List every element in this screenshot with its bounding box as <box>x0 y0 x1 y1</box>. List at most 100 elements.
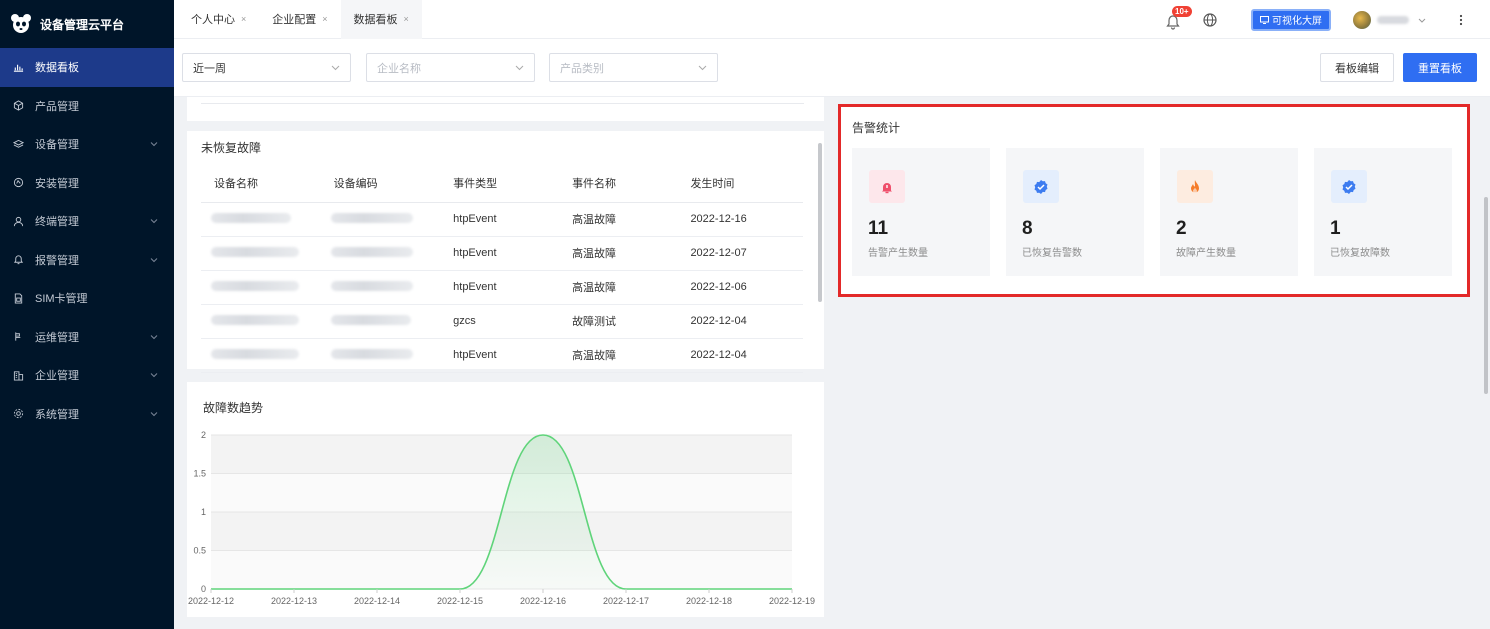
column-header[interactable]: 设备编码 <box>320 164 441 203</box>
fire-icon <box>1177 170 1213 203</box>
table-row[interactable]: htpEvent 高温故障 2022-12-06 <box>201 270 803 305</box>
chevron-down-icon <box>331 65 340 71</box>
column-header[interactable]: 设备名称 <box>201 164 321 203</box>
chevron-down-icon <box>150 334 158 339</box>
sidebar-item-label: SIM卡管理 <box>35 293 88 306</box>
stat-value: 8 <box>1022 218 1033 239</box>
chevron-down-icon <box>150 411 158 416</box>
sidebar-item-label: 产品管理 <box>35 100 79 113</box>
chevron-down-icon <box>150 257 158 262</box>
sidebar-item-label: 设备管理 <box>35 139 79 152</box>
event-time: 2022-12-07 <box>677 236 803 271</box>
sidebar-item[interactable]: 数据看板 <box>0 48 174 87</box>
username-blurred <box>1377 15 1409 24</box>
notification-button[interactable]: 10+ <box>1163 5 1192 31</box>
divider <box>201 103 804 104</box>
wrench-icon <box>12 331 24 343</box>
event-name: 高温故障 <box>559 236 678 271</box>
table-row[interactable]: htpEvent 高温故障 2022-12-07 <box>201 236 803 271</box>
sidebar-item[interactable]: 安装管理 <box>0 164 174 203</box>
table-row[interactable]: htpEvent 高温故障 2022-12-16 <box>201 202 803 237</box>
gear-icon <box>12 408 24 420</box>
grid-band <box>211 473 792 512</box>
sidebar-item-label: 运维管理 <box>35 331 79 344</box>
layers-icon <box>12 138 24 150</box>
stat-label: 告警产生数量 <box>868 248 928 259</box>
sidebar-item[interactable]: SIM卡管理 <box>0 279 174 318</box>
verified-badge-icon <box>1023 170 1059 203</box>
header-actions: 10+ 可视化大屏 <box>1163 0 1490 39</box>
event-name: 高温故障 <box>559 202 678 237</box>
chevron-down-icon <box>515 65 524 71</box>
event-type: htpEvent <box>440 236 560 271</box>
close-icon[interactable]: × <box>322 14 327 24</box>
stat-value: 1 <box>1330 218 1341 239</box>
page-scrollbar[interactable] <box>1484 197 1488 394</box>
y-tick-label: 2 <box>201 430 206 440</box>
stat-card[interactable]: 2 故障产生数量 <box>1160 148 1298 276</box>
stat-card[interactable]: 1 已恢复故障数 <box>1314 148 1452 276</box>
faults-title: 未恢复故障 <box>201 141 262 155</box>
device-code-blurred <box>330 246 413 257</box>
sidebar-item[interactable]: 报警管理 <box>0 241 174 280</box>
panda-logo-icon <box>11 14 31 33</box>
device-name-blurred <box>211 212 291 223</box>
avatar <box>1353 10 1371 29</box>
tab-data-dashboard[interactable]: 数据看板 × <box>340 0 422 39</box>
tool-icon <box>12 177 24 189</box>
table-scrollbar[interactable] <box>818 143 822 302</box>
stat-card[interactable]: 11 告警产生数量 <box>852 148 990 276</box>
table-row[interactable]: htpEvent 高温故障 2022-12-04 <box>201 338 803 373</box>
close-icon[interactable]: × <box>404 14 409 24</box>
close-icon[interactable]: × <box>241 14 246 24</box>
sidebar-item[interactable]: 运维管理 <box>0 318 174 357</box>
column-header[interactable]: 事件名称 <box>559 164 678 203</box>
unrecovered-faults-panel: 未恢复故障 设备名称 设备编码 事件类型 事件名称 发生时间 htpEvent 高温故障 2… <box>187 131 824 373</box>
alarm-icon <box>12 254 24 266</box>
tab-company-config[interactable]: 企业配置 × <box>259 0 340 39</box>
column-header[interactable]: 事件类型 <box>440 164 560 203</box>
event-time: 2022-12-04 <box>677 304 803 339</box>
sidebar-menu: 数据看板产品管理设备管理安装管理 终端管理报警管理 SIM卡管理 运维管理企业管理系统… <box>0 48 174 433</box>
period-select[interactable]: 近一周 <box>182 53 351 82</box>
stat-value: 11 <box>868 218 889 239</box>
sidebar-item[interactable]: 产品管理 <box>0 87 174 126</box>
sidebar-item-label: 企业管理 <box>35 370 79 383</box>
alarm-bell-icon <box>869 170 905 203</box>
alarm-stats-title: 告警统计 <box>852 121 901 135</box>
company-select[interactable]: 企业名称 <box>366 53 535 82</box>
chevron-down-icon <box>150 142 158 147</box>
event-time: 2022-12-04 <box>677 338 803 373</box>
monitor-icon <box>1260 15 1269 24</box>
device-name-blurred <box>211 246 299 257</box>
sidebar-item-label: 报警管理 <box>35 254 79 267</box>
sidebar-item[interactable]: 系统管理 <box>0 395 174 434</box>
device-code-blurred <box>330 348 413 359</box>
y-tick-label: 1.5 <box>193 469 206 479</box>
period-value: 近一周 <box>193 62 226 75</box>
bigscreen-button[interactable]: 可视化大屏 <box>1251 8 1331 31</box>
tab-personal-center[interactable]: 个人中心 × <box>178 0 259 39</box>
edit-board-button[interactable]: 看板编辑 <box>1320 53 1394 82</box>
sidebar: 设备管理云平台 数据看板产品管理设备管理安装管理 终端管理报警管理 SIM卡管理 运维… <box>0 0 174 629</box>
device-name-blurred <box>211 314 299 325</box>
user-menu[interactable] <box>1353 10 1426 29</box>
x-tick-label: 2022-12-18 <box>686 596 732 606</box>
sidebar-item[interactable]: 设备管理 <box>0 125 174 164</box>
user-icon <box>12 215 24 227</box>
column-header[interactable]: 发生时间 <box>677 164 803 203</box>
sidebar-item[interactable]: 企业管理 <box>0 356 174 395</box>
more-menu-button[interactable] <box>1446 14 1476 26</box>
stat-card[interactable]: 8 已恢复告警数 <box>1006 148 1144 276</box>
sidebar-item[interactable]: 终端管理 <box>0 202 174 241</box>
sim-icon <box>12 292 24 304</box>
device-name-blurred <box>211 280 299 291</box>
globe-icon[interactable] <box>1203 12 1217 27</box>
table-row[interactable]: gzcs 故障测试 2022-12-04 <box>201 304 803 339</box>
x-tick-label: 2022-12-15 <box>437 596 483 606</box>
category-select[interactable]: 产品类别 <box>549 53 718 82</box>
reset-board-button[interactable]: 重置看板 <box>1403 53 1477 82</box>
event-time: 2022-12-16 <box>677 202 803 237</box>
event-time: 2022-12-06 <box>677 270 803 305</box>
brand-logo[interactable]: 设备管理云平台 <box>0 0 174 48</box>
